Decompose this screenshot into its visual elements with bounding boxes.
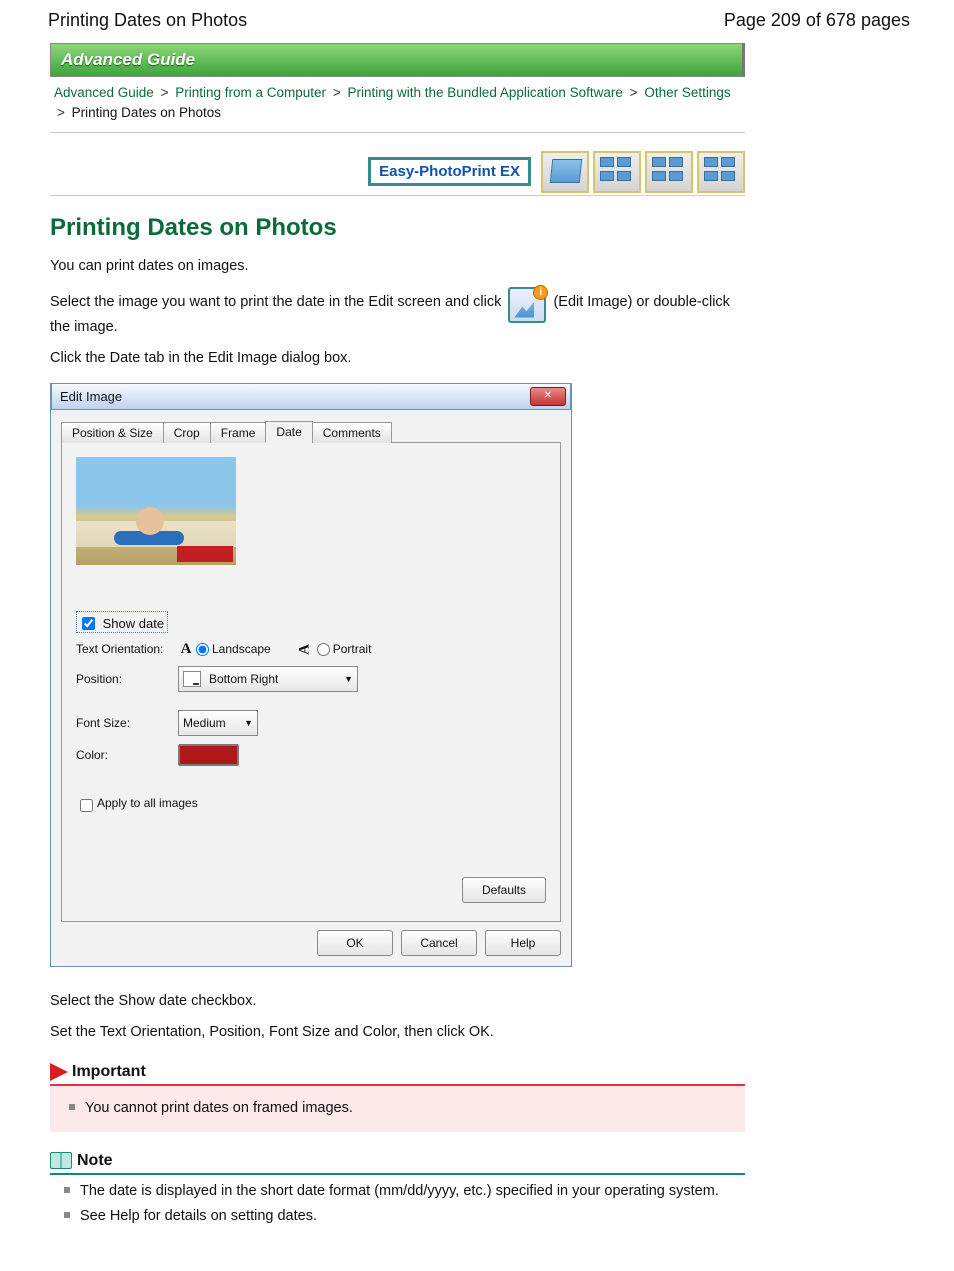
orientation-portrait-label: Portrait [333, 642, 372, 656]
breadcrumb-link[interactable]: Printing with the Bundled Application So… [347, 85, 622, 100]
note-item: The date is displayed in the short date … [64, 1181, 745, 1202]
breadcrumb-sep: > [630, 85, 638, 100]
section-title: Printing Dates on Photos [50, 214, 745, 242]
close-icon[interactable]: ✕ [530, 387, 566, 406]
apply-all-checkbox[interactable] [80, 799, 93, 812]
layout-thumb-icon[interactable] [541, 151, 589, 193]
dialog-title-text: Edit Image [60, 389, 122, 404]
image-preview [76, 457, 236, 565]
guide-banner: Advanced Guide [50, 43, 745, 77]
landscape-a-icon: A [178, 641, 194, 658]
portrait-a-icon: A [296, 641, 313, 657]
font-size-dropdown[interactable]: Medium ▼ [178, 710, 258, 736]
breadcrumb-current: Printing Dates on Photos [72, 105, 221, 120]
date-overlay-preview [177, 546, 233, 562]
edit-image-icon: i [508, 287, 546, 323]
intro-text: You can print dates on images. [50, 256, 745, 277]
orientation-landscape-label: Landscape [212, 642, 271, 656]
layout-thumb-icon[interactable] [593, 151, 641, 193]
position-dropdown[interactable]: Bottom Right ▼ [178, 666, 358, 692]
important-flag-icon [50, 1063, 68, 1081]
app-icon-row: Easy-PhotoPrint EX [50, 151, 745, 196]
edit-image-dialog: Edit Image ✕ Position & Size Crop Frame … [50, 383, 572, 967]
position-label: Position: [76, 672, 178, 686]
color-swatch-button[interactable] [178, 744, 239, 766]
tab-date[interactable]: Date [265, 421, 312, 443]
note-book-icon [50, 1152, 72, 1169]
breadcrumb-link[interactable]: Advanced Guide [54, 85, 154, 100]
tab-crop[interactable]: Crop [163, 422, 211, 443]
note-callout: Note The date is displayed in the short … [50, 1152, 745, 1227]
layout-thumb-icon[interactable] [645, 151, 693, 193]
text-fragment: Select the image you want to print the d… [50, 293, 505, 309]
dialog-titlebar: Edit Image ✕ [51, 383, 571, 410]
position-value: Bottom Right [209, 672, 278, 686]
defaults-button[interactable]: Defaults [462, 877, 546, 903]
instruction-text: Click the Date tab in the Edit Image dia… [50, 348, 745, 369]
orientation-landscape-radio[interactable] [196, 643, 209, 656]
date-tab-pane: Show date Text Orientation: A Landscape … [61, 443, 561, 922]
tab-comments[interactable]: Comments [312, 422, 392, 443]
breadcrumb: Advanced Guide > Printing from a Compute… [50, 77, 745, 133]
instruction-text: Set the Text Orientation, Position, Font… [50, 1022, 745, 1043]
chevron-down-icon: ▼ [344, 674, 353, 684]
breadcrumb-sep: > [57, 105, 65, 120]
breadcrumb-sep: > [333, 85, 341, 100]
help-button[interactable]: Help [485, 930, 561, 956]
tab-frame[interactable]: Frame [210, 422, 267, 443]
font-size-value: Medium [183, 716, 226, 730]
orientation-portrait-radio[interactable] [317, 643, 330, 656]
color-label: Color: [76, 748, 178, 762]
app-badge[interactable]: Easy-PhotoPrint EX [368, 157, 531, 186]
tab-position-size[interactable]: Position & Size [61, 422, 164, 443]
note-heading: Note [77, 1152, 113, 1170]
important-heading: Important [72, 1063, 146, 1081]
breadcrumb-sep: > [161, 85, 169, 100]
instruction-text: Select the Show date checkbox. [50, 991, 745, 1012]
breadcrumb-link[interactable]: Other Settings [644, 85, 730, 100]
orientation-label: Text Orientation: [76, 642, 178, 656]
breadcrumb-link[interactable]: Printing from a Computer [175, 85, 326, 100]
cancel-button[interactable]: Cancel [401, 930, 477, 956]
show-date-label: Show date [103, 616, 164, 631]
important-item: You cannot print dates on framed images. [69, 1098, 740, 1119]
page-header-left: Printing Dates on Photos [48, 10, 247, 31]
chevron-down-icon: ▼ [244, 718, 253, 728]
ok-button[interactable]: OK [317, 930, 393, 956]
important-callout: Important You cannot print dates on fram… [50, 1063, 745, 1132]
apply-all-label: Apply to all images [97, 796, 198, 810]
instruction-text: Select the image you want to print the d… [50, 287, 745, 338]
page-header-right: Page 209 of 678 pages [724, 10, 910, 31]
dialog-tabbar: Position & Size Crop Frame Date Comments [61, 418, 561, 443]
guide-banner-title: Advanced Guide [61, 50, 195, 70]
font-size-label: Font Size: [76, 716, 178, 730]
show-date-checkbox[interactable] [82, 617, 95, 630]
layout-thumb-icon[interactable] [697, 151, 745, 193]
note-item: See Help for details on setting dates. [64, 1206, 745, 1227]
